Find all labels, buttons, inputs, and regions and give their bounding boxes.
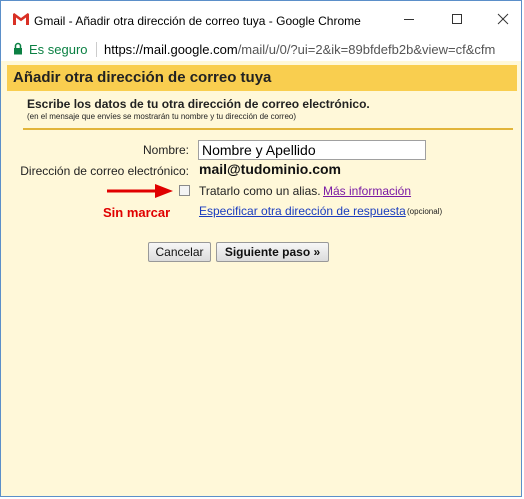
next-step-button[interactable]: Siguiente paso » [216,242,329,262]
email-value: mail@tudominio.com [199,161,341,177]
window-title: Gmail - Añadir otra dirección de correo … [34,14,361,28]
email-label: Dirección de correo electrónico: [20,164,189,178]
name-input[interactable] [198,140,426,160]
divider [23,128,513,130]
address-bar[interactable]: Es seguro https://mail.google.com/mail/u… [1,39,521,61]
cancel-button[interactable]: Cancelar [148,242,211,262]
minimize-icon [404,19,414,20]
more-info-link[interactable]: Más información [323,184,411,198]
dialog-subtitle: Escribe los datos de tu otra dirección d… [27,97,370,111]
popup-window: Gmail - Añadir otra dirección de correo … [0,0,522,497]
secure-label: Es seguro [29,42,88,57]
annotation-label: Sin marcar [103,205,171,220]
close-icon [497,13,509,25]
url-host: https://mail.google.com [104,42,238,57]
alias-checkbox[interactable] [179,185,190,196]
maximize-button[interactable] [441,7,473,33]
dialog-header: Añadir otra dirección de correo tuya [7,65,517,91]
address-separator [96,42,97,57]
name-label: Nombre: [142,143,189,157]
url-path: /mail/u/0/?ui=2&ik=89bfdefb2b&view=cf&cf… [237,42,496,57]
reply-address-link[interactable]: Especificar otra dirección de respuesta [199,204,406,218]
title-bar[interactable]: Gmail - Añadir otra dirección de correo … [1,1,521,39]
minimize-button[interactable] [393,7,425,33]
lock-icon [14,42,22,55]
url-text[interactable]: https://mail.google.com/mail/u/0/?ui=2&i… [104,42,495,57]
dialog-title: Añadir otra dirección de correo tuya [13,69,272,86]
red-arrow-icon [107,184,173,198]
close-button[interactable] [487,7,519,33]
gmail-icon [13,13,29,25]
optional-label: (opcional) [407,207,443,216]
maximize-icon [452,14,462,24]
alias-label: Tratarlo como un alias. [199,184,321,198]
dialog-note: (en el mensaje que envíes se mostrarán t… [27,112,297,121]
